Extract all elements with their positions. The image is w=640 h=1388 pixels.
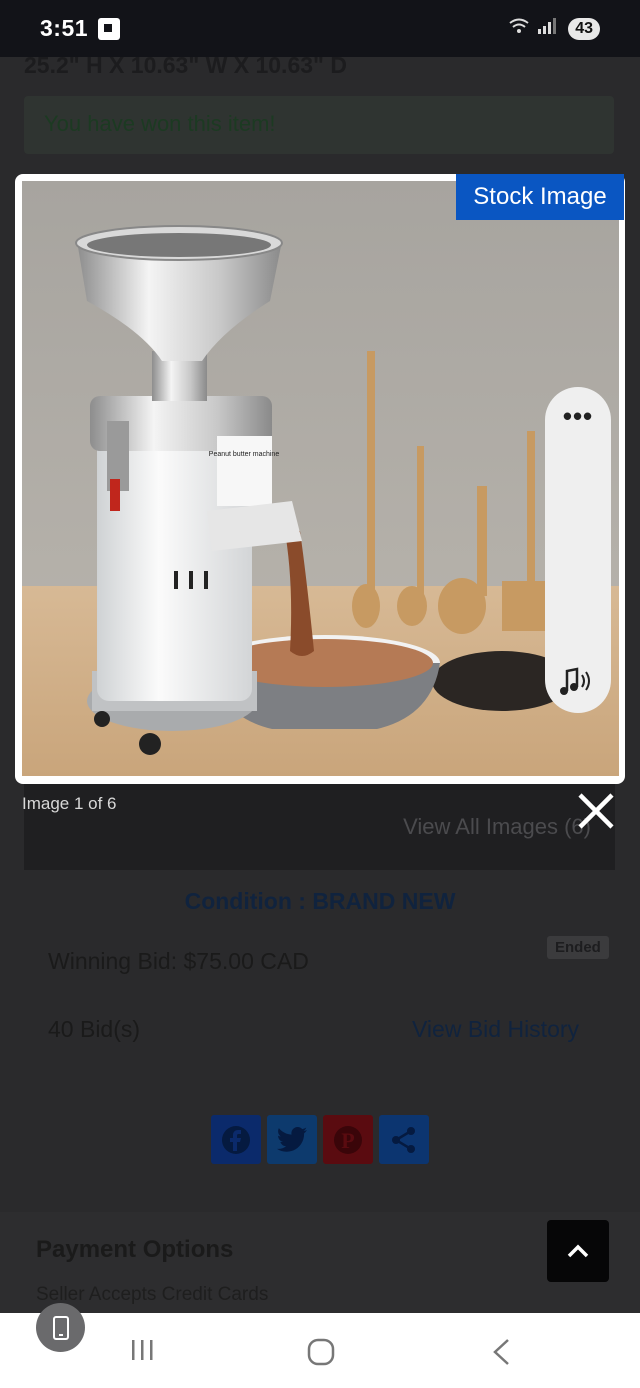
stock-image-tag: Stock Image bbox=[456, 174, 624, 220]
machine-label: Peanut butter machine bbox=[209, 451, 280, 458]
close-viewer-button[interactable] bbox=[575, 790, 617, 832]
notification-icon bbox=[98, 17, 121, 40]
payment-options-section: Payment Options Seller Accepts Credit Ca… bbox=[0, 1212, 640, 1322]
recent-apps-icon[interactable] bbox=[130, 1337, 156, 1368]
close-icon bbox=[578, 793, 614, 829]
battery-badge: 43 bbox=[568, 17, 600, 40]
payment-text: Seller Accepts Credit Cards bbox=[36, 1284, 269, 1305]
status-bar: 3:51 43 bbox=[0, 0, 640, 57]
winning-bid: Winning Bid: $75.00 CAD bbox=[48, 948, 309, 974]
pinterest-icon[interactable]: P bbox=[323, 1115, 373, 1164]
system-nav-bar bbox=[0, 1313, 640, 1388]
chevron-up-icon bbox=[567, 1244, 589, 1258]
share-buttons: P bbox=[211, 1115, 429, 1164]
view-bid-history-link[interactable]: View Bid History bbox=[412, 1016, 579, 1043]
share-icon[interactable] bbox=[379, 1115, 429, 1164]
svg-text:P: P bbox=[341, 1128, 354, 1153]
wifi-signal-icon bbox=[508, 17, 560, 40]
won-message: You have won this item! bbox=[44, 111, 276, 136]
view-all-images-link[interactable]: View All Images (6) bbox=[403, 814, 591, 840]
more-options-icon[interactable]: ••• bbox=[545, 401, 611, 432]
won-message-box: You have won this item! bbox=[24, 96, 614, 154]
status-right: 43 bbox=[508, 17, 600, 40]
text-to-speech-icon[interactable] bbox=[557, 665, 597, 704]
scroll-to-top-button[interactable] bbox=[547, 1220, 609, 1282]
floating-device-button[interactable] bbox=[36, 1303, 85, 1352]
side-toolbar: ••• bbox=[545, 387, 611, 713]
ended-badge: Ended bbox=[547, 936, 609, 959]
payment-title: Payment Options bbox=[36, 1236, 234, 1263]
product-image[interactable]: Peanut butter machine bbox=[22, 181, 619, 776]
twitter-icon[interactable] bbox=[267, 1115, 317, 1164]
status-time: 3:51 bbox=[40, 15, 89, 41]
product-dimensions: 25.2" H X 10.63" W X 10.63" D bbox=[24, 52, 347, 78]
home-icon[interactable] bbox=[306, 1337, 336, 1372]
bids-count: 40 Bid(s) bbox=[48, 1016, 141, 1042]
phone-icon bbox=[52, 1315, 69, 1340]
image-counter: Image 1 of 6 bbox=[22, 794, 117, 813]
back-icon[interactable] bbox=[490, 1337, 512, 1372]
condition-label: Condition : BRAND NEW bbox=[184, 888, 456, 914]
facebook-icon[interactable] bbox=[211, 1115, 261, 1164]
